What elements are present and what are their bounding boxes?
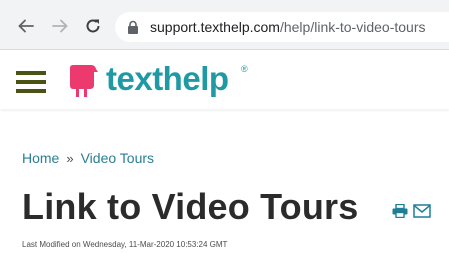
print-icon[interactable] [392, 204, 408, 218]
menu-bar [16, 89, 46, 93]
address-bar[interactable]: support.texthelp.com/help/link-to-video-… [115, 12, 449, 42]
menu-bar [16, 71, 46, 75]
breadcrumb-video-tours-link[interactable]: Video Tours [81, 150, 154, 166]
article-content: Home » Video Tours Link to Video Tours Las… [0, 112, 449, 253]
breadcrumb-home-link[interactable]: Home [22, 150, 59, 166]
registered-mark: ® [241, 64, 248, 74]
last-modified-text: Last Modified on Wednesday, 11-Mar-2020 … [22, 240, 228, 249]
forward-arrow-icon[interactable] [51, 17, 69, 35]
url-domain: support.texthelp.com [150, 19, 280, 35]
breadcrumb: Home » Video Tours [22, 150, 154, 167]
page-title: Link to Video Tours [22, 186, 359, 227]
email-icon[interactable] [413, 204, 431, 218]
reload-icon[interactable] [84, 17, 102, 35]
browser-toolbar: support.texthelp.com/help/link-to-video-… [0, 0, 449, 50]
lock-icon[interactable] [127, 20, 139, 34]
url-text[interactable]: support.texthelp.com/help/link-to-video-… [150, 19, 425, 35]
menu-bar [16, 80, 46, 84]
logo-text[interactable]: texthelp [106, 60, 229, 98]
back-arrow-icon[interactable] [17, 17, 35, 35]
breadcrumb-separator: » [66, 151, 74, 166]
hamburger-menu-icon[interactable] [16, 71, 46, 93]
texthelp-logo-mark-icon[interactable] [64, 64, 100, 98]
url-path: /help/link-to-video-tours [279, 19, 426, 35]
site-header: texthelp ® [0, 51, 449, 109]
